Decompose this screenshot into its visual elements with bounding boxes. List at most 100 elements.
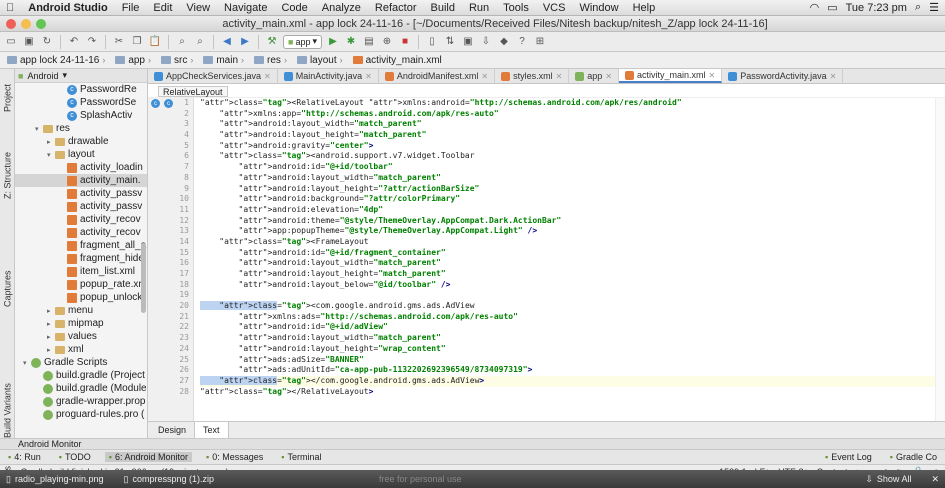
code-line[interactable]: "attr">android:layout_height="wrap_conte… xyxy=(200,344,935,355)
editor-tab[interactable]: MainActivity.java ✕ xyxy=(278,69,379,83)
code-line[interactable]: "attr">xmlns:ads="http://schemas.android… xyxy=(200,312,935,323)
forward-icon[interactable]: ▶ xyxy=(238,35,252,49)
bottom-tab[interactable]: ▪ Terminal xyxy=(277,452,325,462)
apple-icon[interactable]:  xyxy=(6,2,14,14)
code-line[interactable]: "attr">app:popupTheme="@style/ThemeOverl… xyxy=(200,226,935,237)
undo-icon[interactable]: ↶ xyxy=(67,35,81,49)
code-line[interactable] xyxy=(200,290,935,301)
code-line[interactable]: "attr">android:layout_width="match_paren… xyxy=(200,258,935,269)
tree-item[interactable]: build.gradle (Module xyxy=(15,382,147,395)
android-monitor-label[interactable]: Android Monitor xyxy=(18,439,82,449)
tree-item[interactable]: ▾ layout xyxy=(15,148,147,161)
code-line[interactable]: "attr">android:background="?attr/colorPr… xyxy=(200,194,935,205)
help-icon[interactable]: ? xyxy=(515,35,529,49)
tree-item[interactable]: build.gradle (Project xyxy=(15,369,147,382)
close-window-button[interactable] xyxy=(6,18,16,29)
find-icon[interactable]: ⌕ xyxy=(175,35,189,49)
tree-item[interactable]: c SplashActiv xyxy=(15,109,147,122)
menu-item-file[interactable]: File xyxy=(122,2,140,14)
close-tab-icon[interactable]: ✕ xyxy=(830,72,837,81)
code-line[interactable]: "attr">ads:adSize="BANNER" xyxy=(200,355,935,366)
tree-item[interactable]: ▸ xml xyxy=(15,343,147,356)
breadcrumb-item[interactable]: main › xyxy=(200,55,247,66)
tree-item[interactable]: ▸ drawable xyxy=(15,135,147,148)
menu-item-help[interactable]: Help xyxy=(633,2,656,14)
redo-icon[interactable]: ↷ xyxy=(85,35,99,49)
tree-item[interactable]: activity_passv xyxy=(15,200,147,213)
menu-item-vcs[interactable]: VCS xyxy=(543,2,566,14)
sdk-manager-icon[interactable]: ⇩ xyxy=(479,35,493,49)
tree-item[interactable]: c PasswordSe xyxy=(15,96,147,109)
sync-gradle-icon[interactable]: ⇅ xyxy=(443,35,457,49)
tree-item[interactable]: gradle-wrapper.prop xyxy=(15,395,147,408)
tree-item[interactable]: ▸ values xyxy=(15,330,147,343)
code-line[interactable]: "attr">class="tag"><android.support.v7.w… xyxy=(200,151,935,162)
tree-item[interactable]: c PasswordRe xyxy=(15,83,147,96)
editor-tab[interactable]: app ✕ xyxy=(569,69,620,83)
expand-toggle-icon[interactable]: ▾ xyxy=(23,359,31,367)
copy-icon[interactable]: ❐ xyxy=(130,35,144,49)
coverage-icon[interactable]: ▤ xyxy=(362,35,376,49)
menu-item-view[interactable]: View xyxy=(186,2,210,14)
close-icon[interactable]: ✕ xyxy=(931,474,939,485)
code-line[interactable]: "attr">android:layout_width="match_paren… xyxy=(200,173,935,184)
app-menu[interactable]: Android Studio xyxy=(28,2,107,14)
code-line[interactable]: "attr">android:layout_width="match_paren… xyxy=(200,119,935,130)
stop-icon[interactable]: ■ xyxy=(398,35,412,49)
tree-item[interactable]: activity_main. xyxy=(15,174,147,187)
editor-tab[interactable]: AndroidManifest.xml ✕ xyxy=(379,69,496,83)
code-line[interactable]: "attr">android:layout_width="match_paren… xyxy=(200,333,935,344)
expand-toggle-icon[interactable]: ▾ xyxy=(47,151,55,159)
zoom-window-button[interactable] xyxy=(36,18,46,29)
tree-item[interactable]: ▸ mipmap xyxy=(15,317,147,330)
editor-tab[interactable]: activity_main.xml ✕ xyxy=(619,69,723,83)
code-line[interactable]: "attr">class="tag"><com.google.android.g… xyxy=(200,301,935,312)
wifi-icon[interactable]: ◠ xyxy=(810,1,820,14)
tree-item[interactable]: activity_recov xyxy=(15,226,147,239)
close-tab-icon[interactable]: ✕ xyxy=(605,72,612,81)
show-all-button[interactable]: ⇩ Show All xyxy=(865,474,911,485)
save-icon[interactable]: ▣ xyxy=(22,35,36,49)
menu-item-edit[interactable]: Edit xyxy=(153,2,172,14)
menu-item-window[interactable]: Window xyxy=(579,2,618,14)
chevron-down-icon[interactable]: ▾ xyxy=(62,70,67,81)
code-line[interactable]: "attr">android:theme="@style/ThemeOverla… xyxy=(200,216,935,227)
minimize-window-button[interactable] xyxy=(21,18,31,29)
close-tab-icon[interactable]: ✕ xyxy=(365,72,372,81)
tab-design[interactable]: Design xyxy=(150,422,194,439)
editor-tab[interactable]: PasswordActivity.java ✕ xyxy=(722,69,844,83)
expand-toggle-icon[interactable]: ▸ xyxy=(47,333,55,341)
code-editor[interactable]: c c 1 2 3 4 5 6 7 8 9 10 11 12 13 14 15 16 17 18 19 20 21 22 2… xyxy=(148,98,945,421)
editor-tab[interactable]: styles.xml ✕ xyxy=(495,69,570,83)
tree-item[interactable]: activity_loadin xyxy=(15,161,147,174)
run-icon[interactable]: ▶ xyxy=(326,35,340,49)
code-lines[interactable]: "attr">class="tag"><RelativeLayout "attr… xyxy=(194,98,935,421)
breadcrumb-item[interactable]: app lock 24-11-16 › xyxy=(4,55,108,66)
code-line[interactable]: "attr">android:layout_below="@id/toolbar… xyxy=(200,280,935,291)
code-line[interactable]: "attr">android:layout_height="match_pare… xyxy=(200,269,935,280)
code-line[interactable]: "attr">android:gravity="center"> xyxy=(200,141,935,152)
scrollbar[interactable] xyxy=(141,243,146,313)
editor-tab[interactable]: AppCheckServices.java ✕ xyxy=(148,69,278,83)
expand-toggle-icon[interactable]: ▸ xyxy=(47,138,55,146)
side-tab-build-variants[interactable]: Build Variants xyxy=(0,365,15,457)
project-view-select[interactable]: Android xyxy=(27,71,58,81)
close-tab-icon[interactable]: ✕ xyxy=(481,72,488,81)
attach-debugger-icon[interactable]: ⊕ xyxy=(380,35,394,49)
editor-breadcrumb[interactable]: RelativeLayout xyxy=(158,86,228,97)
code-line[interactable]: "attr">android:id="@+id/adView" xyxy=(200,322,935,333)
tree-item[interactable]: ▾ Gradle Scripts xyxy=(15,356,147,369)
cut-icon[interactable]: ✂ xyxy=(112,35,126,49)
bottom-tab[interactable]: ▪ TODO xyxy=(55,452,95,462)
search-icon[interactable]: ⌕ xyxy=(915,1,921,14)
right-marker-bar[interactable] xyxy=(935,98,945,421)
code-line[interactable]: "attr">android:layout_height="match_pare… xyxy=(200,130,935,141)
menu-item-analyze[interactable]: Analyze xyxy=(322,2,361,14)
download-item[interactable]: ▯ radio_playing-min.png xyxy=(6,474,104,485)
bottom-tab[interactable]: ▪ 6: Android Monitor xyxy=(104,452,193,462)
menu-item-navigate[interactable]: Navigate xyxy=(224,2,267,14)
code-line[interactable]: "attr">android:id="@+id/fragment_contain… xyxy=(200,248,935,259)
side-tab-captures[interactable]: Captures xyxy=(0,251,15,326)
tree-item[interactable]: activity_passv xyxy=(15,187,147,200)
menu-item-build[interactable]: Build xyxy=(430,2,454,14)
